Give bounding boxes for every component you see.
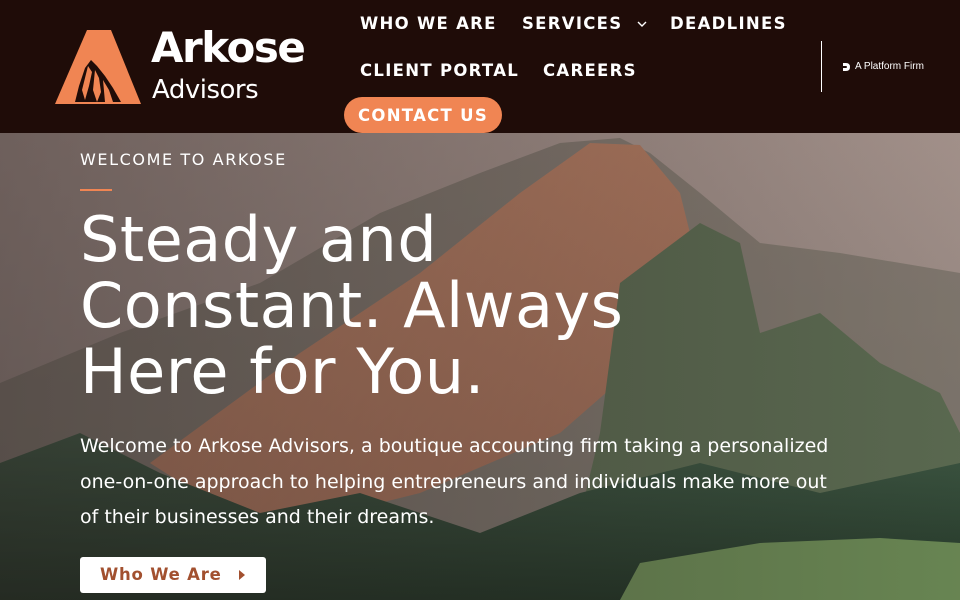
platform-badge-text: A Platform Firm (855, 61, 924, 72)
brand-logo[interactable]: Arkose Advisors (55, 23, 315, 107)
arrow-right-icon (239, 570, 245, 580)
hero-intro-text: Welcome to Arkose Advisors, a boutique a… (80, 435, 829, 528)
eyebrow-accent-rule (80, 189, 112, 191)
hero-headline: Steady and Constant. Always Here for You… (80, 203, 624, 408)
hero-eyebrow: WELCOME TO ARKOSE (80, 150, 287, 169)
mountain-peak-icon (55, 30, 141, 104)
nav-careers[interactable]: CAREERS (543, 61, 637, 80)
nav-services[interactable]: SERVICES (522, 14, 647, 33)
nav-client-portal[interactable]: CLIENT PORTAL (360, 61, 519, 80)
who-we-are-button[interactable]: Who We Are (80, 557, 266, 593)
header-divider (821, 41, 822, 92)
brand-name-line1: Arkose (151, 23, 306, 72)
who-we-are-button-label: Who We Are (100, 565, 222, 584)
nav-who-we-are[interactable]: WHO WE ARE (360, 14, 497, 33)
nav-services-label: SERVICES (522, 14, 623, 33)
site-header: Arkose Advisors WHO WE ARE SERVICES DEAD… (0, 0, 960, 133)
platform-logo-icon (843, 62, 850, 71)
brand-name-line2: Advisors (152, 75, 259, 105)
hero-section: WELCOME TO ARKOSE Steady and Constant. A… (0, 133, 960, 600)
nav-deadlines[interactable]: DEADLINES (670, 14, 787, 33)
contact-us-button[interactable]: CONTACT US (344, 97, 502, 133)
platform-badge[interactable]: A Platform Firm (842, 61, 924, 72)
chevron-down-icon (637, 21, 647, 27)
